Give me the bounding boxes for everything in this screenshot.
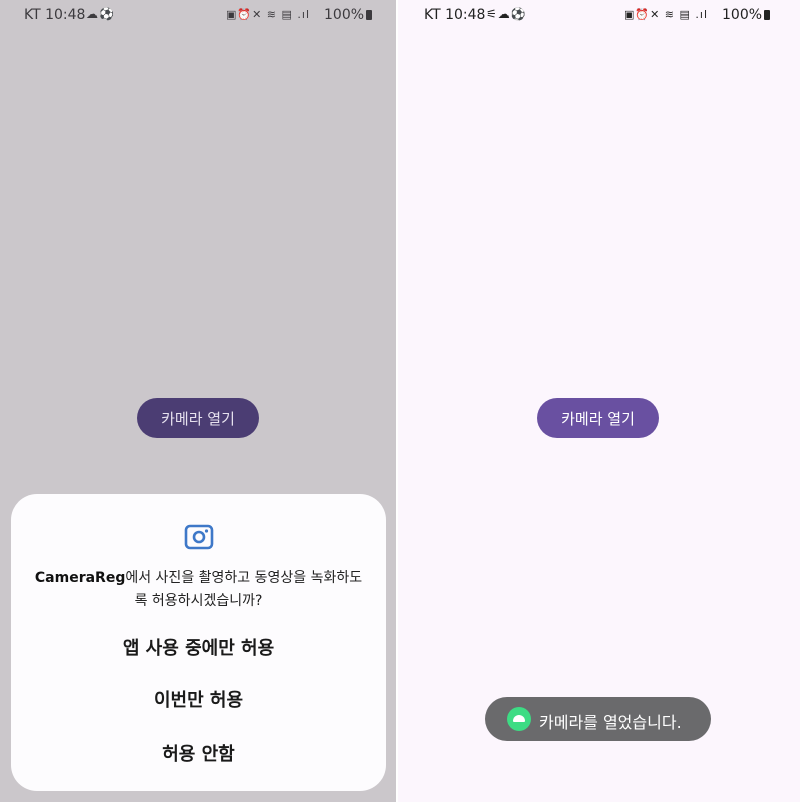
right-screen: KT 10:48 ⚟☁⚽ ▣⏰✕ ≋ ▤ .ıl 100% 카메라 열기 카메라… xyxy=(398,0,800,802)
notification-icons: ⚟☁⚽ xyxy=(486,7,527,21)
allow-while-using-button[interactable]: 앱 사용 중에만 허용 xyxy=(11,634,386,660)
permission-message: CameraReg에서 사진을 촬영하고 동영상을 녹화하도록 허용하시겠습니까… xyxy=(31,567,366,613)
system-icons: ▣⏰✕ ≋ ▤ .ıl xyxy=(624,8,709,21)
notification-icons: ☁⚽ xyxy=(86,7,115,21)
battery-icon xyxy=(366,10,373,20)
allow-once-button[interactable]: 이번만 허용 xyxy=(11,686,386,712)
left-screen: KT 10:48 ☁⚽ ▣⏰✕ ≋ ▤ .ıl 100% 카메라 열기 Came… xyxy=(0,0,396,802)
battery-indicator: 100% xyxy=(324,7,373,23)
android-icon xyxy=(507,707,531,731)
camera-icon xyxy=(184,524,214,550)
toast-message: 카메라를 열었습니다. xyxy=(485,697,711,741)
carrier-time: KT 10:48 xyxy=(424,7,486,23)
status-bar: KT 10:48 ☁⚽ ▣⏰✕ ≋ ▤ .ıl 100% xyxy=(0,0,396,30)
app-name: CameraReg xyxy=(34,570,126,586)
system-icons: ▣⏰✕ ≋ ▤ .ıl xyxy=(226,8,311,21)
battery-indicator: 100% xyxy=(722,7,771,23)
deny-button[interactable]: 허용 안함 xyxy=(11,740,386,766)
battery-percent: 100% xyxy=(324,7,365,23)
permission-text: 에서 사진을 촬영하고 동영상을 녹화하도록 허용하시겠습니까? xyxy=(125,570,363,609)
status-bar: KT 10:48 ⚟☁⚽ ▣⏰✕ ≋ ▤ .ıl 100% xyxy=(398,0,800,30)
open-camera-button[interactable]: 카메라 열기 xyxy=(137,398,259,438)
battery-percent: 100% xyxy=(722,7,763,23)
open-camera-button[interactable]: 카메라 열기 xyxy=(537,398,659,438)
permission-dialog: CameraReg에서 사진을 촬영하고 동영상을 녹화하도록 허용하시겠습니까… xyxy=(11,494,386,791)
toast-text: 카메라를 열었습니다. xyxy=(539,713,682,732)
battery-icon xyxy=(764,10,771,20)
carrier-time: KT 10:48 xyxy=(24,7,86,23)
